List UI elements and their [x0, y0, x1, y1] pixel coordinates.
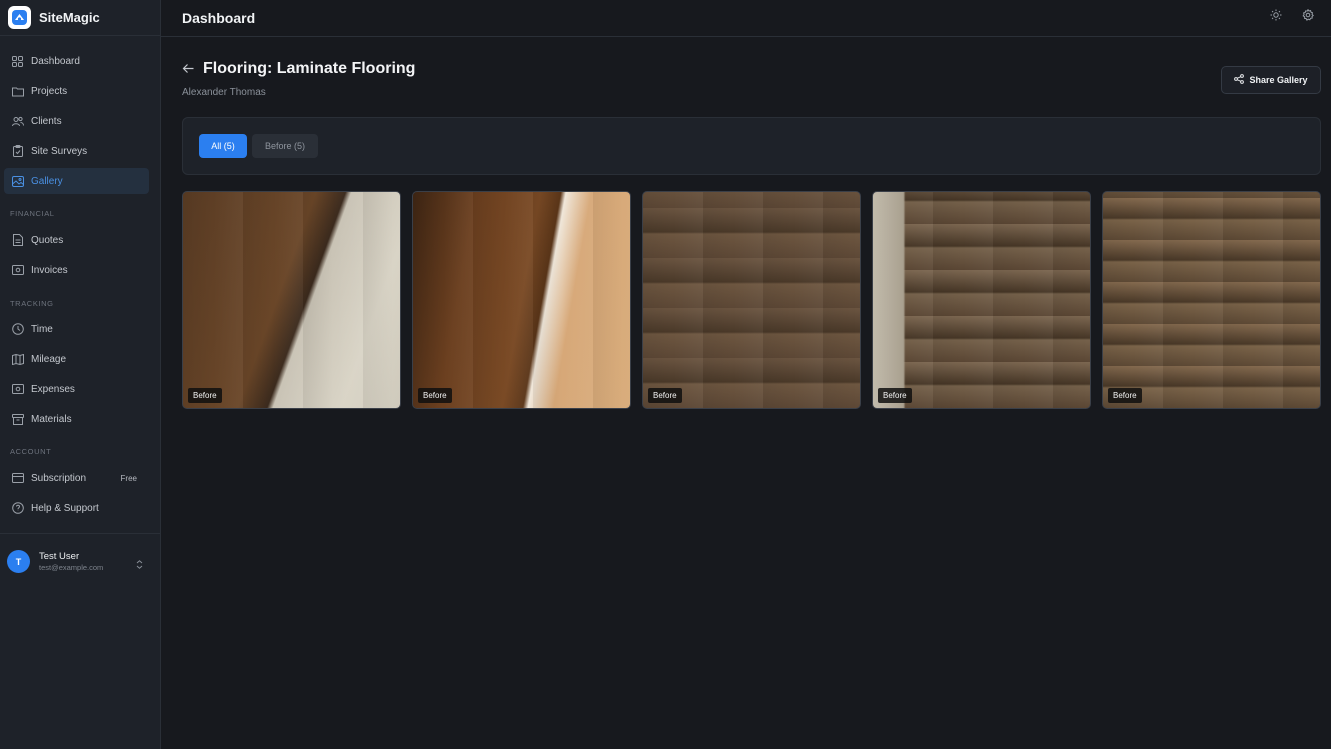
chevron-updown-icon: [136, 556, 143, 574]
header-title: Dashboard: [182, 10, 256, 26]
gallery-photo[interactable]: Before: [182, 191, 401, 409]
user-email: test@example.com: [39, 563, 104, 572]
user-info: Test User test@example.com: [39, 551, 103, 572]
sidebar-item-label: Clients: [31, 115, 62, 127]
brand[interactable]: SiteMagic: [0, 0, 160, 36]
gallery-photo[interactable]: Before: [642, 191, 861, 409]
tab-before[interactable]: Before (5): [252, 134, 318, 158]
user-menu[interactable]: T Test User test@example.com: [0, 533, 160, 589]
gear-icon: [1302, 8, 1314, 26]
photo-tag: Before: [418, 388, 452, 403]
file-icon: [11, 234, 24, 247]
sidebar-item-label: Materials: [31, 413, 72, 425]
app-name: SiteMagic: [39, 10, 100, 25]
sidebar-item-projects[interactable]: Projects: [4, 78, 149, 104]
sidebar-item-subscription[interactable]: Subscription Free: [4, 465, 149, 491]
arrow-left-icon: [182, 62, 195, 79]
sidebar-item-label: Mileage: [31, 353, 67, 365]
photo-texture: [413, 192, 630, 408]
user-name: Test User: [39, 551, 80, 562]
photo-tag: Before: [1108, 388, 1142, 403]
folder-icon: [11, 85, 24, 98]
box-icon: [11, 413, 24, 426]
sidebar-item-label: Dashboard: [31, 55, 80, 67]
photo-texture: [1103, 192, 1320, 408]
users-icon: [11, 115, 24, 128]
gallery-photo[interactable]: Before: [412, 191, 631, 409]
sidebar-item-label: Help & Support: [31, 502, 99, 514]
dashboard-icon: [11, 55, 24, 68]
gallery-photo[interactable]: Before: [872, 191, 1091, 409]
photo-tag: Before: [188, 388, 222, 403]
settings-button[interactable]: [1299, 8, 1317, 26]
plan-badge: Free: [120, 473, 137, 483]
section-label-financial: FINANCIAL: [10, 209, 55, 218]
photo-tag: Before: [878, 388, 912, 403]
filter-panel: All (5) Before (5): [182, 117, 1321, 175]
sidebar-item-label: Expenses: [31, 383, 75, 395]
client-name: Alexander Thomas: [182, 87, 266, 98]
back-button[interactable]: [182, 62, 195, 80]
sidebar-item-label: Quotes: [31, 234, 64, 246]
tab-all[interactable]: All (5): [199, 134, 247, 158]
section-label-account: ACCOUNT: [10, 447, 52, 456]
avatar: T: [7, 550, 30, 573]
sidebar-item-label: Gallery: [31, 175, 63, 187]
sidebar-item-expenses[interactable]: Expenses: [4, 376, 149, 402]
theme-toggle-button[interactable]: [1267, 8, 1285, 26]
sidebar-item-invoices[interactable]: Invoices: [4, 257, 149, 283]
sidebar-item-materials[interactable]: Materials: [4, 406, 149, 432]
invoice-icon: [11, 264, 24, 277]
page-title: Flooring: Laminate Flooring: [203, 60, 416, 77]
photo-texture: [643, 192, 860, 408]
sidebar-item-quotes[interactable]: Quotes: [4, 227, 149, 253]
photo-tag: Before: [648, 388, 682, 403]
clock-icon: [11, 323, 24, 336]
sun-icon: [1270, 8, 1282, 26]
card-icon: [11, 472, 24, 485]
top-header: Dashboard: [161, 0, 1331, 37]
map-icon: [11, 353, 24, 366]
gallery-photo[interactable]: Before: [1102, 191, 1321, 409]
sidebar-item-help[interactable]: Help & Support: [4, 495, 149, 521]
image-icon: [11, 175, 24, 188]
sidebar-item-label: Invoices: [31, 264, 68, 276]
sidebar-item-label: Time: [31, 323, 53, 335]
help-icon: [11, 502, 24, 515]
sidebar: SiteMagic Dashboard Projects Clients Sit…: [0, 0, 161, 749]
sidebar-item-gallery[interactable]: Gallery: [4, 168, 149, 194]
sidebar-item-site-surveys[interactable]: Site Surveys: [4, 138, 149, 164]
sidebar-item-dashboard[interactable]: Dashboard: [4, 48, 149, 74]
share-icon: [1234, 74, 1249, 86]
sidebar-item-label: Projects: [31, 85, 68, 97]
sidebar-item-label: Site Surveys: [31, 145, 88, 157]
share-gallery-label: Share Gallery: [1249, 75, 1308, 85]
cash-icon: [11, 383, 24, 396]
share-gallery-button[interactable]: Share Gallery: [1221, 66, 1321, 94]
sidebar-item-clients[interactable]: Clients: [4, 108, 149, 134]
photo-texture: [183, 192, 400, 408]
section-label-tracking: TRACKING: [10, 299, 54, 308]
photo-texture: [873, 192, 1090, 408]
sidebar-item-mileage[interactable]: Mileage: [4, 346, 149, 372]
clipboard-icon: [11, 145, 24, 158]
sidebar-item-time[interactable]: Time: [4, 316, 149, 342]
logo-icon: [8, 6, 31, 29]
sidebar-item-label: Subscription: [31, 472, 87, 484]
